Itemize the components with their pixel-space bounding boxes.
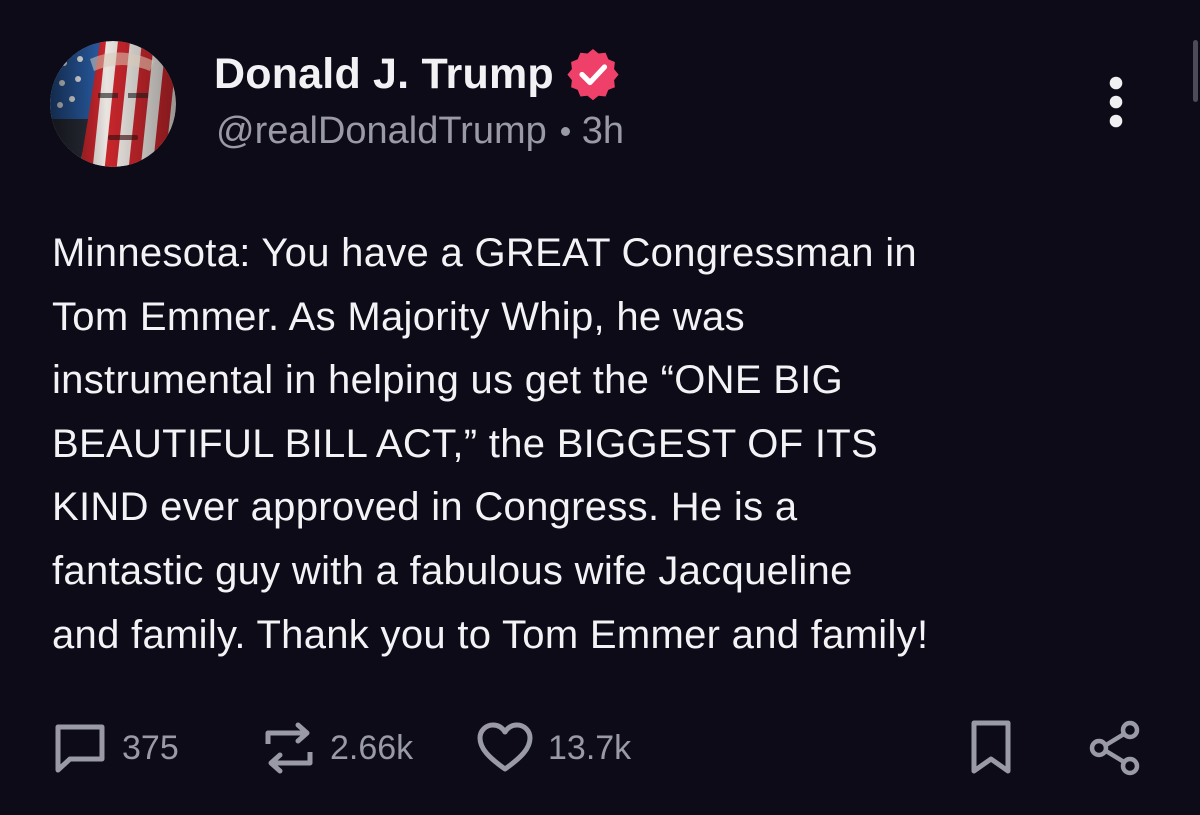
author-display-name[interactable]: Donald J. Trump — [214, 50, 554, 99]
reply-button[interactable]: 375 — [52, 718, 179, 778]
post-text-line: KIND ever approved in Congress. He is a — [52, 485, 798, 530]
more-vertical-icon — [1109, 76, 1123, 128]
post-text-line: instrumental in helping us get the “ONE … — [52, 358, 844, 403]
heart-icon — [476, 722, 534, 774]
post-timestamp[interactable]: 3h — [582, 110, 624, 153]
post-text-line: fantastic guy with a fabulous wife Jacqu… — [52, 548, 853, 593]
post-actions-bar: 375 2.66k 13.7k — [0, 718, 1200, 778]
repost-icon — [262, 720, 316, 776]
post-text-line: BEAUTIFUL BILL ACT,” the BIGGEST OF ITS — [52, 421, 878, 466]
separator-dot — [560, 127, 570, 136]
share-button[interactable] — [1086, 718, 1144, 778]
like-button[interactable]: 13.7k — [476, 718, 631, 778]
share-icon — [1086, 719, 1144, 777]
bookmark-button[interactable] — [968, 718, 1014, 778]
comment-icon — [52, 722, 108, 774]
reply-count: 375 — [122, 728, 179, 767]
repost-button[interactable]: 2.66k — [262, 718, 413, 778]
post-body: Minnesota: You have a GREAT Congressman … — [52, 222, 1162, 667]
repost-count: 2.66k — [330, 728, 414, 767]
author-name-row: Donald J. Trump — [214, 46, 620, 102]
avatar[interactable] — [50, 41, 176, 167]
verified-badge-icon — [567, 49, 619, 101]
bookmark-icon — [968, 719, 1014, 777]
author-handle[interactable]: @realDonaldTrump — [216, 110, 547, 153]
post-text-line: Tom Emmer. As Majority Whip, he was — [52, 294, 745, 339]
scrollbar[interactable] — [1193, 40, 1198, 102]
post-text-line: and family. Thank you to Tom Emmer and f… — [52, 612, 929, 657]
like-count: 13.7k — [548, 728, 632, 767]
post-card: Donald J. Trump @realDonaldTrump 3h Minn… — [0, 0, 1200, 815]
post-text-line: Minnesota: You have a GREAT Congressman … — [52, 231, 917, 275]
more-options-button[interactable] — [1098, 74, 1134, 134]
flag-face-avatar-icon — [50, 41, 176, 167]
author-handle-row: @realDonaldTrump 3h — [216, 110, 624, 153]
